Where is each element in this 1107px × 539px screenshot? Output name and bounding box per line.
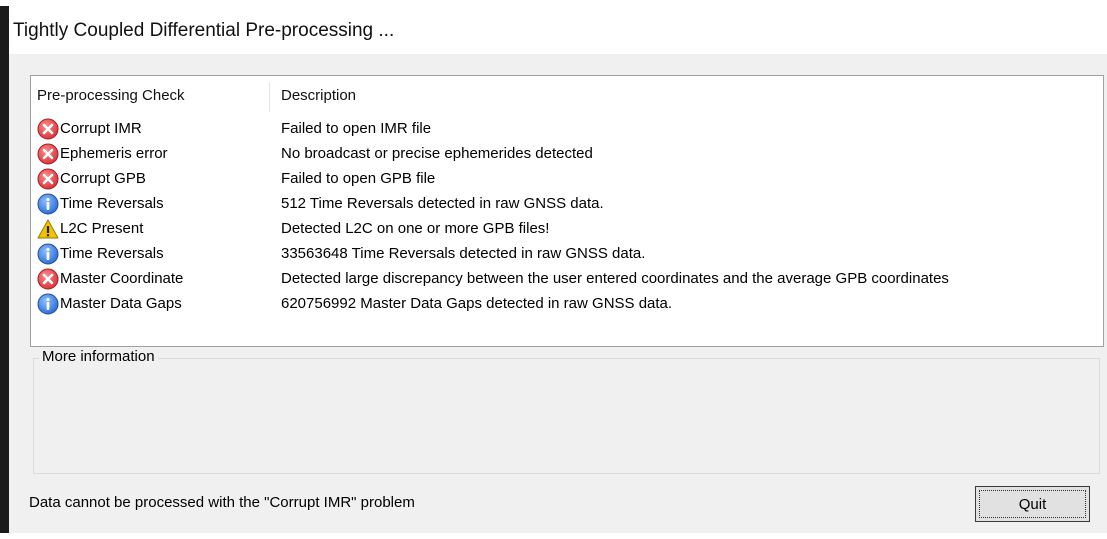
check-cell: Time Reversals [37,241,164,266]
table-row[interactable]: Time Reversals 33563648 Time Reversals de… [31,241,1087,266]
description-cell: 620756992 Master Data Gaps detected in r… [281,295,673,312]
quit-button[interactable]: Quit [975,486,1090,522]
check-cell: L2C Present [37,216,143,241]
description-cell: Detected large discrepancy between the u… [281,270,949,287]
check-cell: Corrupt IMR [37,116,142,141]
column-separator[interactable] [269,82,270,112]
column-header-description[interactable]: Description [281,76,356,116]
table-row[interactable]: Master Coordinate Detected large discrepa… [31,266,1087,291]
screen-bottom-edge [0,533,1107,539]
description-cell: Failed to open GPB file [281,170,436,187]
screen-left-edge [0,6,9,539]
info-icon [37,193,59,215]
check-label: Corrupt GPB [60,170,146,187]
description-cell: No broadcast or precise ephemerides dete… [281,145,593,162]
error-icon [37,143,59,165]
list-header: Pre-processing Check Description [31,76,1087,116]
more-information-group [33,358,1100,474]
preprocessing-check-list[interactable]: Pre-processing Check Description Corrupt… [30,75,1104,347]
description-cell: 512 Time Reversals detected in raw GNSS … [281,195,604,212]
table-row[interactable]: Corrupt IMR Failed to open IMR file [31,116,1087,141]
focus-rectangle [979,490,1086,518]
info-icon [37,243,59,265]
check-cell: Time Reversals [37,191,164,216]
error-icon [37,168,59,190]
check-cell: Ephemeris error [37,141,168,166]
check-label: Master Data Gaps [60,295,182,312]
table-row[interactable]: L2C Present Detected L2C on one or more G… [31,216,1087,241]
check-label: Ephemeris error [60,145,168,162]
check-cell: Master Coordinate [37,266,183,291]
check-label: Master Coordinate [60,270,184,287]
table-row[interactable]: Master Data Gaps 620756992 Master Data Ga… [31,291,1087,316]
check-label: Corrupt IMR [60,120,142,137]
check-label: Time Reversals [60,195,164,212]
list-scroll-area [1086,76,1103,346]
description-cell: 33563648 Time Reversals detected in raw … [281,245,646,262]
info-icon [37,293,59,315]
title-bar[interactable]: Tightly Coupled Differential Pre-process… [9,6,1107,54]
description-cell: Failed to open IMR file [281,120,432,137]
window-title: Tightly Coupled Differential Pre-process… [13,20,395,41]
check-cell: Corrupt GPB [37,166,146,191]
error-icon [37,118,59,140]
check-label: L2C Present [60,220,144,237]
description-cell: Detected L2C on one or more GPB files! [281,220,550,237]
warning-icon [37,218,59,240]
status-message: Data cannot be processed with the "Corru… [29,494,415,511]
more-information-label: More information [39,348,158,365]
preprocessing-dialog: Tightly Coupled Differential Pre-process… [9,6,1107,533]
table-row[interactable]: Ephemeris error No broadcast or precise e… [31,141,1087,166]
check-label: Time Reversals [60,245,164,262]
error-icon [37,268,59,290]
table-row[interactable]: Corrupt GPB Failed to open GPB file [31,166,1087,191]
table-row[interactable]: Time Reversals 512 Time Reversals detecte… [31,191,1087,216]
column-header-check[interactable]: Pre-processing Check [37,76,185,116]
check-cell: Master Data Gaps [37,291,182,316]
